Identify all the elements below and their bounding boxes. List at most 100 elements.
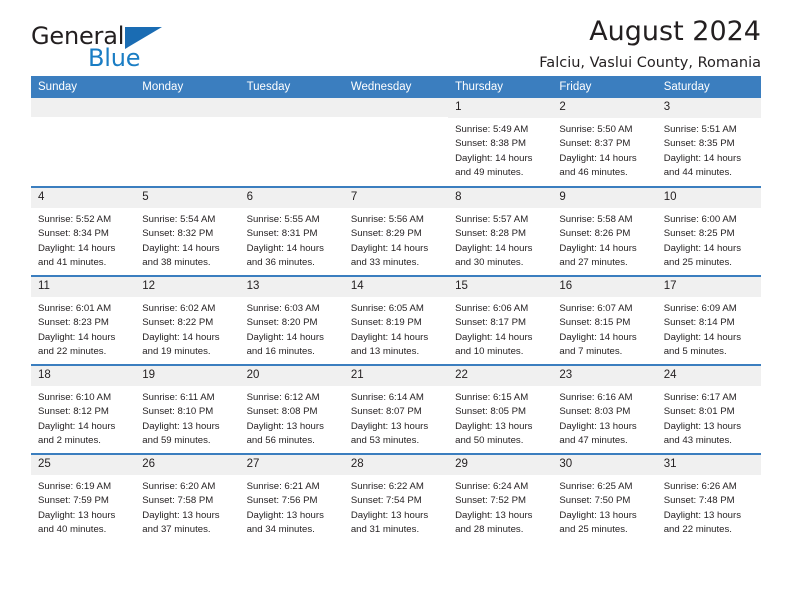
day-details: Sunrise: 5:51 AM Sunset: 8:35 PM Daylight:… <box>657 118 761 181</box>
sunset-text: Sunset: 8:07 PM <box>350 406 422 418</box>
daylight-text: Daylight: 13 hours and 50 minutes. <box>455 420 533 447</box>
sunrise-text: Sunrise: 6:16 AM <box>559 391 633 403</box>
day-details: Sunrise: 5:58 AM Sunset: 8:26 PM Daylight:… <box>552 208 656 271</box>
calendar-day-cell[interactable]: 27 Sunrise: 6:21 AM Sunset: 7:56 PM Dayligh… <box>239 453 344 543</box>
sunset-text: Sunset: 7:52 PM <box>455 495 527 507</box>
calendar-day-cell[interactable]: 9 Sunrise: 5:58 AM Sunset: 8:26 PM Daylight… <box>552 186 657 276</box>
day-number: 3 <box>656 98 761 118</box>
daylight-text: Daylight: 14 hours and 19 minutes. <box>142 331 220 358</box>
sunrise-text: Sunrise: 5:52 AM <box>38 213 112 225</box>
calendar-day-cell[interactable]: 15 Sunrise: 6:06 AM Sunset: 8:17 PM Dayligh… <box>448 275 553 365</box>
sunrise-text: Sunrise: 6:20 AM <box>142 480 216 492</box>
day-number: 24 <box>656 366 761 386</box>
calendar-day-cell[interactable]: 16 Sunrise: 6:07 AM Sunset: 8:15 PM Dayligh… <box>552 275 657 365</box>
sunset-text: Sunset: 8:31 PM <box>246 228 318 240</box>
day-number: 31 <box>656 455 761 475</box>
sunset-text: Sunset: 8:37 PM <box>559 138 631 150</box>
day-details: Sunrise: 6:24 AM Sunset: 7:52 PM Daylight:… <box>448 475 552 538</box>
sunset-text: Sunset: 8:26 PM <box>559 228 631 240</box>
calendar-day-cell[interactable]: 30 Sunrise: 6:25 AM Sunset: 7:50 PM Dayligh… <box>552 453 657 543</box>
day-number: 11 <box>31 277 136 297</box>
calendar-day-cell[interactable]: 22 Sunrise: 6:15 AM Sunset: 8:05 PM Dayligh… <box>448 364 553 454</box>
sunrise-text: Sunrise: 6:12 AM <box>246 391 320 403</box>
sunrise-text: Sunrise: 6:22 AM <box>350 480 424 492</box>
dow-header-monday: Monday <box>135 76 240 98</box>
daylight-text: Daylight: 13 hours and 43 minutes. <box>663 420 742 447</box>
day-number: 19 <box>135 366 240 386</box>
daylight-text: Daylight: 14 hours and 27 minutes. <box>559 242 637 269</box>
calendar-day-cell[interactable]: 13 Sunrise: 6:03 AM Sunset: 8:20 PM Dayligh… <box>239 275 344 365</box>
day-number: 30 <box>552 455 657 475</box>
day-details: Sunrise: 6:26 AM Sunset: 7:48 PM Daylight:… <box>657 475 761 538</box>
calendar-day-cell[interactable]: 3 Sunrise: 5:51 AM Sunset: 8:35 PM Daylight… <box>656 98 761 187</box>
calendar-day-cell[interactable]: 29 Sunrise: 6:24 AM Sunset: 7:52 PM Dayligh… <box>448 453 553 543</box>
day-number: 17 <box>656 277 761 297</box>
calendar-week-row: 18 Sunrise: 6:10 AM Sunset: 8:12 PM Dayligh… <box>31 364 761 454</box>
calendar-day-cell[interactable]: 21 Sunrise: 6:14 AM Sunset: 8:07 PM Dayligh… <box>343 364 449 454</box>
sunrise-text: Sunrise: 5:49 AM <box>455 123 529 135</box>
day-number: 5 <box>135 188 240 208</box>
calendar-day-cell[interactable]: 24 Sunrise: 6:17 AM Sunset: 8:01 PM Dayligh… <box>656 364 761 454</box>
calendar-day-cell[interactable]: 31 Sunrise: 6:26 AM Sunset: 7:48 PM Dayligh… <box>656 453 761 543</box>
calendar-day-cell[interactable]: 2 Sunrise: 5:50 AM Sunset: 8:37 PM Daylight… <box>552 98 657 187</box>
calendar-day-cell[interactable]: 23 Sunrise: 6:16 AM Sunset: 8:03 PM Dayligh… <box>552 364 657 454</box>
sunset-text: Sunset: 8:05 PM <box>455 406 527 418</box>
calendar-day-cell[interactable]: 20 Sunrise: 6:12 AM Sunset: 8:08 PM Dayligh… <box>239 364 344 454</box>
day-number: 21 <box>343 366 449 386</box>
daylight-text: Daylight: 14 hours and 38 minutes. <box>142 242 220 269</box>
calendar-day-cell[interactable]: 10 Sunrise: 6:00 AM Sunset: 8:25 PM Dayligh… <box>656 186 761 276</box>
sunrise-text: Sunrise: 6:02 AM <box>142 302 216 314</box>
daylight-text: Daylight: 13 hours and 53 minutes. <box>350 420 429 447</box>
sunset-text: Sunset: 7:56 PM <box>246 495 318 507</box>
day-number: 10 <box>656 188 761 208</box>
sunrise-text: Sunrise: 6:21 AM <box>246 480 320 492</box>
calendar-day-cell[interactable]: 6 Sunrise: 5:55 AM Sunset: 8:31 PM Daylight… <box>239 186 344 276</box>
calendar-day-cell[interactable]: 7 Sunrise: 5:56 AM Sunset: 8:29 PM Daylight… <box>343 186 449 276</box>
sunrise-text: Sunrise: 6:00 AM <box>663 213 737 225</box>
sunrise-text: Sunrise: 5:55 AM <box>246 213 320 225</box>
sunset-text: Sunset: 8:17 PM <box>455 317 527 329</box>
calendar-day-cell[interactable]: 12 Sunrise: 6:02 AM Sunset: 8:22 PM Dayligh… <box>135 275 240 365</box>
calendar-day-cell[interactable]: 26 Sunrise: 6:20 AM Sunset: 7:58 PM Dayligh… <box>135 453 240 543</box>
day-details: Sunrise: 5:52 AM Sunset: 8:34 PM Daylight:… <box>31 208 135 271</box>
page-header: General Blue August 2024 Falciu, Vaslui … <box>31 0 761 76</box>
calendar-day-cell[interactable]: 1 Sunrise: 5:49 AM Sunset: 8:38 PM Daylight… <box>448 98 553 187</box>
daylight-text: Daylight: 14 hours and 25 minutes. <box>663 242 742 269</box>
day-number: 20 <box>239 366 344 386</box>
day-number: 13 <box>239 277 344 297</box>
calendar-day-cell[interactable]: 5 Sunrise: 5:54 AM Sunset: 8:32 PM Daylight… <box>135 186 240 276</box>
day-details: Sunrise: 6:07 AM Sunset: 8:15 PM Daylight:… <box>552 297 656 360</box>
calendar-day-cell[interactable]: 25 Sunrise: 6:19 AM Sunset: 7:59 PM Dayligh… <box>31 453 136 543</box>
daylight-text: Daylight: 13 hours and 40 minutes. <box>38 509 116 536</box>
daylight-text: Daylight: 14 hours and 16 minutes. <box>246 331 324 358</box>
logo-general-blue[interactable]: General Blue <box>31 24 221 72</box>
calendar-page: General Blue August 2024 Falciu, Vaslui … <box>0 0 792 612</box>
calendar-day-cell-empty <box>135 98 240 187</box>
sunrise-text: Sunrise: 6:25 AM <box>559 480 633 492</box>
sunset-text: Sunset: 8:10 PM <box>142 406 214 418</box>
sunrise-text: Sunrise: 6:15 AM <box>455 391 529 403</box>
sunset-text: Sunset: 8:20 PM <box>246 317 318 329</box>
sunset-text: Sunset: 8:15 PM <box>559 317 631 329</box>
sunrise-text: Sunrise: 6:17 AM <box>663 391 737 403</box>
calendar-week-row: 11 Sunrise: 6:01 AM Sunset: 8:23 PM Dayligh… <box>31 275 761 365</box>
calendar-day-cell[interactable]: 17 Sunrise: 6:09 AM Sunset: 8:14 PM Dayligh… <box>656 275 761 365</box>
dow-header-saturday: Saturday <box>656 76 761 98</box>
calendar-day-cell[interactable]: 14 Sunrise: 6:05 AM Sunset: 8:19 PM Dayligh… <box>343 275 449 365</box>
daylight-text: Daylight: 13 hours and 37 minutes. <box>142 509 220 536</box>
calendar-day-cell[interactable]: 28 Sunrise: 6:22 AM Sunset: 7:54 PM Dayligh… <box>343 453 449 543</box>
calendar-day-cell[interactable]: 11 Sunrise: 6:01 AM Sunset: 8:23 PM Dayligh… <box>31 275 136 365</box>
day-details: Sunrise: 6:16 AM Sunset: 8:03 PM Daylight:… <box>552 386 656 449</box>
dow-header-sunday: Sunday <box>31 76 136 98</box>
calendar-day-cell[interactable]: 19 Sunrise: 6:11 AM Sunset: 8:10 PM Dayligh… <box>135 364 240 454</box>
calendar-day-cell[interactable]: 8 Sunrise: 5:57 AM Sunset: 8:28 PM Daylight… <box>448 186 553 276</box>
sunrise-text: Sunrise: 6:26 AM <box>663 480 737 492</box>
daylight-text: Daylight: 14 hours and 2 minutes. <box>38 420 116 447</box>
sunset-text: Sunset: 8:19 PM <box>350 317 422 329</box>
calendar-day-cell[interactable]: 4 Sunrise: 5:52 AM Sunset: 8:34 PM Daylight… <box>31 186 136 276</box>
daylight-text: Daylight: 14 hours and 7 minutes. <box>559 331 637 358</box>
day-number: 12 <box>135 277 240 297</box>
calendar-day-cell[interactable]: 18 Sunrise: 6:10 AM Sunset: 8:12 PM Dayligh… <box>31 364 136 454</box>
day-details: Sunrise: 6:15 AM Sunset: 8:05 PM Daylight:… <box>448 386 552 449</box>
day-number: 26 <box>135 455 240 475</box>
